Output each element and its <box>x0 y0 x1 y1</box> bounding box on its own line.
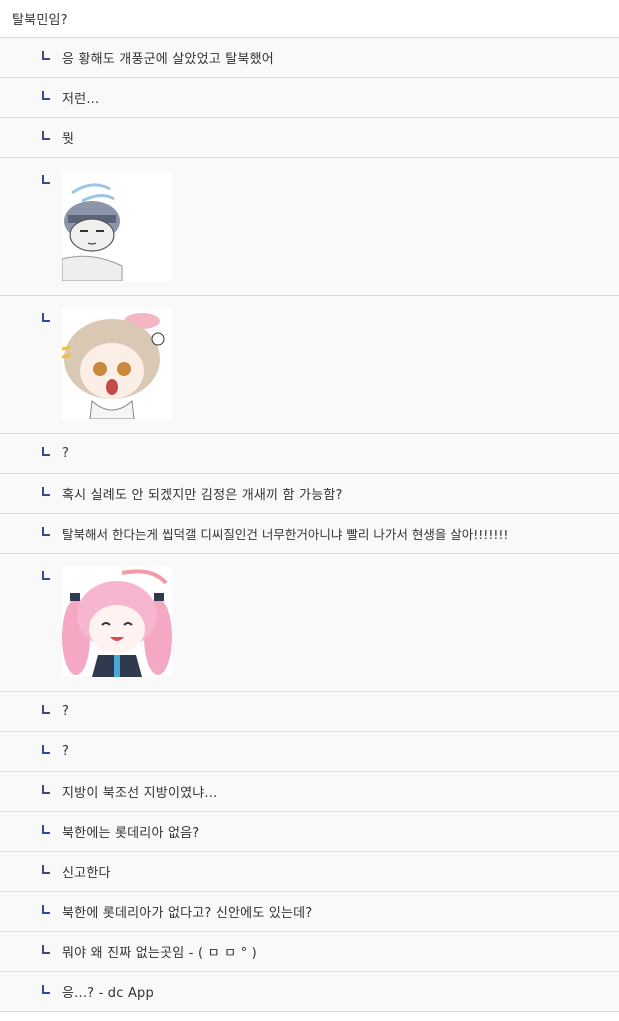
reply-item: 저런... <box>0 78 619 118</box>
reply-arrow-icon <box>42 785 52 794</box>
reply-text: 지방이 북조선 지방이였냐... <box>62 786 218 801</box>
reply-text: ? <box>62 704 70 719</box>
reply-arrow-icon <box>42 487 52 496</box>
reply-text: ? <box>62 744 70 759</box>
reply-text: 뭣 <box>62 132 75 147</box>
reply-arrow-icon <box>42 945 52 954</box>
post-comment: 탈북민임? <box>0 0 619 38</box>
reply-item: ? <box>0 732 619 772</box>
reply-arrow-icon <box>42 91 52 100</box>
reply-item: 탈북해서 한다는게 씹덕갤 디씨질인건 너무한거아니냐 빨리 나가서 현생을 살… <box>0 514 619 554</box>
reply-arrow-icon <box>42 51 52 60</box>
grey-haired-chibi-sticker[interactable] <box>62 171 172 281</box>
reply-arrow-icon <box>42 985 52 994</box>
reply-arrow-icon <box>42 865 52 874</box>
surprised-blonde-chibi-sticker[interactable] <box>62 309 172 419</box>
reply-arrow-icon <box>42 527 52 536</box>
reply-arrow-icon <box>42 131 52 140</box>
reply-arrow-icon <box>42 825 52 834</box>
reply-item: 응...? - dc App <box>0 972 619 1012</box>
comment-thread: 탈북민임? 응 황해도 개풍군에 살았었고 탈북했어 저런... 뭣 ? 혹시 … <box>0 0 619 1012</box>
post-text: 탈북민임? <box>12 13 68 28</box>
reply-item: ? <box>0 434 619 474</box>
reply-text: 응 황해도 개풍군에 살았었고 탈북했어 <box>62 52 274 67</box>
reply-text: 탈북해서 한다는게 씹덕갤 디씨질인건 너무한거아니냐 빨리 나가서 현생을 살… <box>62 527 509 542</box>
reply-text: 뭐야 왜 진짜 없는곳임 - ( ㅁ ㅁ ° ) <box>62 946 257 961</box>
reply-item: 뭐야 왜 진짜 없는곳임 - ( ㅁ ㅁ ° ) <box>0 932 619 972</box>
reply-text: 북한에 롯데리아가 없다고? 신안에도 있는데? <box>62 906 313 921</box>
reply-item <box>0 158 619 296</box>
reply-arrow-icon <box>42 175 52 184</box>
reply-arrow-icon <box>42 905 52 914</box>
reply-item: 뭣 <box>0 118 619 158</box>
reply-item: ? <box>0 692 619 732</box>
reply-text: 응...? - dc App <box>62 986 154 1001</box>
reply-text: 신고한다 <box>62 866 111 881</box>
reply-text: 혹시 실례도 안 되겠지만 김정은 개새끼 함 가능함? <box>62 488 343 503</box>
reply-item <box>0 554 619 692</box>
reply-item: 지방이 북조선 지방이였냐... <box>0 772 619 812</box>
reply-arrow-icon <box>42 705 52 714</box>
reply-item: 북한에 롯데리아가 없다고? 신안에도 있는데? <box>0 892 619 932</box>
pink-twintail-chibi-sticker[interactable] <box>62 567 172 677</box>
reply-arrow-icon <box>42 313 52 322</box>
reply-text: 북한에는 롯데리아 없음? <box>62 826 200 841</box>
reply-arrow-icon <box>42 571 52 580</box>
reply-arrow-icon <box>42 745 52 754</box>
reply-item: 응 황해도 개풍군에 살았었고 탈북했어 <box>0 38 619 78</box>
reply-arrow-icon <box>42 447 52 456</box>
reply-item: 신고한다 <box>0 852 619 892</box>
reply-text: ? <box>62 446 70 461</box>
reply-text: 저런... <box>62 92 100 107</box>
reply-item <box>0 296 619 434</box>
reply-item: 북한에는 롯데리아 없음? <box>0 812 619 852</box>
reply-item: 혹시 실례도 안 되겠지만 김정은 개새끼 함 가능함? <box>0 474 619 514</box>
